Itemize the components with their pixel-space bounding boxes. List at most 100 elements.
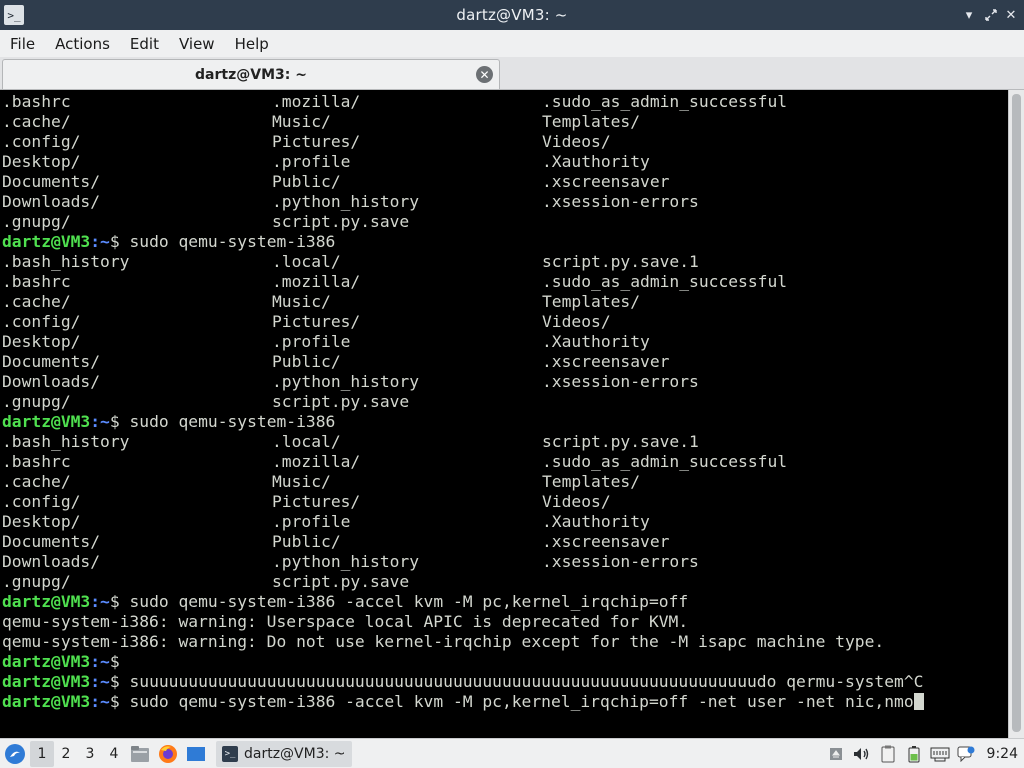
ls-entry: .bashrc (2, 92, 71, 111)
file-manager-icon[interactable] (126, 740, 154, 768)
ls-entry: .xsession-errors (542, 372, 699, 391)
tab-terminal[interactable]: dartz@VM3: ~ ✕ (2, 59, 500, 89)
ls-entry: .config/ (2, 492, 81, 511)
ls-entry: .xsession-errors (542, 192, 699, 211)
ls-entry: Public/ (272, 172, 341, 191)
ls-entry: .Xauthority (542, 332, 650, 351)
terminal-scrollbar[interactable] (1008, 90, 1024, 738)
scrollbar-thumb[interactable] (1012, 94, 1021, 732)
ls-entry: .sudo_as_admin_successful (542, 452, 788, 471)
ls-entry: Pictures/ (272, 312, 361, 331)
close-icon[interactable]: ✕ (1002, 6, 1020, 24)
ls-entry: Pictures/ (272, 492, 361, 511)
workspace-1[interactable]: 1 (30, 740, 54, 767)
ls-entry: .cache/ (2, 472, 71, 491)
ls-entry: .local/ (272, 252, 341, 271)
ls-entry: .xscreensaver (542, 532, 670, 551)
ls-entry: Public/ (272, 532, 341, 551)
ls-entry: .gnupg/ (2, 392, 71, 411)
window-titlebar[interactable]: >_ dartz@VM3: ~ ▾ ✕ (0, 0, 1024, 30)
show-desktop-icon[interactable] (182, 740, 210, 768)
command-line: dartz@VM3:~$ sudo qemu-system-i386 -acce… (2, 692, 1008, 712)
workspace-4[interactable]: 4 (102, 741, 126, 767)
ls-entry: Downloads/ (2, 372, 101, 391)
ls-output-row: .cache/Music/Templates/ (2, 112, 1008, 132)
menu-help[interactable]: Help (225, 30, 279, 57)
prompt-user: dartz@VM3 (2, 592, 91, 611)
prompt-user: dartz@VM3 (2, 652, 91, 671)
prompt-symbol: $ (109, 592, 120, 611)
ls-output-row: .gnupg/script.py.save (2, 212, 1008, 232)
ls-entry: Documents/ (2, 352, 101, 371)
taskbar-task-terminal[interactable]: >_ dartz@VM3: ~ (216, 740, 352, 767)
task-label: dartz@VM3: ~ (244, 745, 346, 762)
ls-entry: .sudo_as_admin_successful (542, 92, 788, 111)
prompt-symbol: $ (109, 692, 120, 711)
command-text: suuuuuuuuuuuuuuuuuuuuuuuuuuuuuuuuuuuuuuu… (119, 672, 924, 691)
ls-entry: .profile (272, 152, 351, 171)
ls-entry: script.py.save (272, 392, 410, 411)
menu-view[interactable]: View (169, 30, 225, 57)
ls-output-row: .gnupg/script.py.save (2, 392, 1008, 412)
battery-icon[interactable] (901, 739, 927, 768)
network-icon[interactable] (927, 739, 953, 768)
prompt-path: ~ (100, 592, 110, 611)
ls-entry: script.py.save (272, 212, 410, 231)
ls-entry: Downloads/ (2, 552, 101, 571)
prompt-separator: : (90, 672, 101, 691)
ls-output-row: .config/Pictures/Videos/ (2, 492, 1008, 512)
command-line: dartz@VM3:~$ sudo qemu-system-i386 -acce… (2, 592, 1008, 612)
ls-entry: script.py.save.1 (542, 252, 699, 271)
prompt-path: ~ (100, 672, 110, 691)
firefox-icon[interactable] (154, 740, 182, 768)
ls-entry: .xsession-errors (542, 552, 699, 571)
notification-icon[interactable] (953, 739, 979, 768)
ls-entry: .config/ (2, 312, 81, 331)
ls-output-row: .bash_history .local/script.py.save.1 (2, 432, 1008, 452)
ls-output-row: Desktop/ .profile .Xauthority (2, 512, 1008, 532)
ls-entry: Videos/ (542, 132, 611, 151)
prompt-symbol: $ (109, 672, 120, 691)
ls-entry: Music/ (272, 472, 331, 491)
ls-entry: Templates/ (542, 292, 641, 311)
ls-entry: .cache/ (2, 292, 71, 311)
close-tab-icon[interactable]: ✕ (476, 66, 493, 83)
menu-actions[interactable]: Actions (45, 30, 120, 57)
prompt-separator: : (90, 692, 101, 711)
restore-icon[interactable] (982, 6, 1000, 24)
terminal-output[interactable]: .bashrc .mozilla/ .sudo_as_admin_successfu… (0, 90, 1008, 738)
ls-output-row: Documents/Public/ .xscreensaver (2, 532, 1008, 552)
menu-file[interactable]: File (0, 30, 45, 57)
ls-entry: .bash_history (2, 252, 130, 271)
command-text: sudo qemu-system-i386 (119, 412, 336, 431)
ls-entry: script.py.save (272, 572, 410, 591)
workspace-2[interactable]: 2 (54, 741, 78, 767)
clipboard-icon[interactable] (875, 739, 901, 768)
tab-bar: dartz@VM3: ~ ✕ (0, 57, 1024, 90)
start-menu-button[interactable] (0, 739, 30, 768)
ls-output-row: .cache/Music/Templates/ (2, 292, 1008, 312)
ls-output-row: Documents/Public/ .xscreensaver (2, 352, 1008, 372)
command-line: dartz@VM3:~$ sudo qemu-system-i386 (2, 232, 1008, 252)
menu-edit[interactable]: Edit (120, 30, 169, 57)
ls-entry: Desktop/ (2, 152, 81, 171)
workspace-3[interactable]: 3 (78, 741, 102, 767)
text-cursor (913, 693, 924, 710)
command-text: sudo qemu-system-i386 (119, 232, 336, 251)
ls-output-row: Documents/Public/ .xscreensaver (2, 172, 1008, 192)
clock[interactable]: 9:24 (979, 746, 1024, 762)
terminal-icon: >_ (222, 745, 238, 762)
prompt-symbol: $ (109, 232, 120, 251)
prompt-separator: : (90, 592, 101, 611)
eject-icon[interactable] (823, 739, 849, 768)
ls-entry: .bashrc (2, 272, 71, 291)
prompt-user: dartz@VM3 (2, 412, 91, 431)
ls-output-row: .bashrc .mozilla/ .sudo_as_admin_successfu… (2, 452, 1008, 472)
volume-icon[interactable] (849, 739, 875, 768)
ls-entry: .local/ (272, 432, 341, 451)
ls-entry: Public/ (272, 352, 341, 371)
ls-entry: Templates/ (542, 112, 641, 131)
prompt-separator: : (90, 652, 101, 671)
minimize-icon[interactable]: ▾ (960, 6, 978, 24)
ls-output-row: .bashrc .mozilla/ .sudo_as_admin_successfu… (2, 272, 1008, 292)
